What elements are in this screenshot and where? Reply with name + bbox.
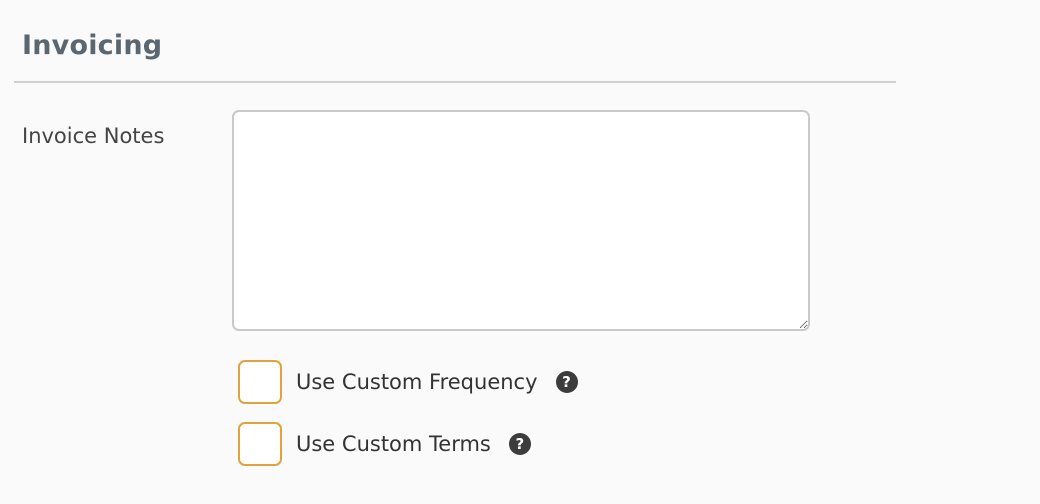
custom-frequency-checkbox[interactable] [238,360,282,404]
question-circle-icon[interactable]: ? [508,433,531,455]
invoice-notes-textarea[interactable] [232,110,810,331]
custom-terms-row: Use Custom Terms ? [238,422,531,466]
custom-frequency-label[interactable]: Use Custom Frequency [296,370,538,394]
custom-terms-checkbox[interactable] [238,422,282,466]
invoice-notes-label: Invoice Notes [22,124,165,148]
question-circle-icon[interactable]: ? [555,371,578,393]
section-divider [14,81,896,83]
section-title: Invoicing [22,30,163,61]
custom-frequency-row: Use Custom Frequency ? [238,360,578,404]
custom-terms-label[interactable]: Use Custom Terms [296,432,491,456]
